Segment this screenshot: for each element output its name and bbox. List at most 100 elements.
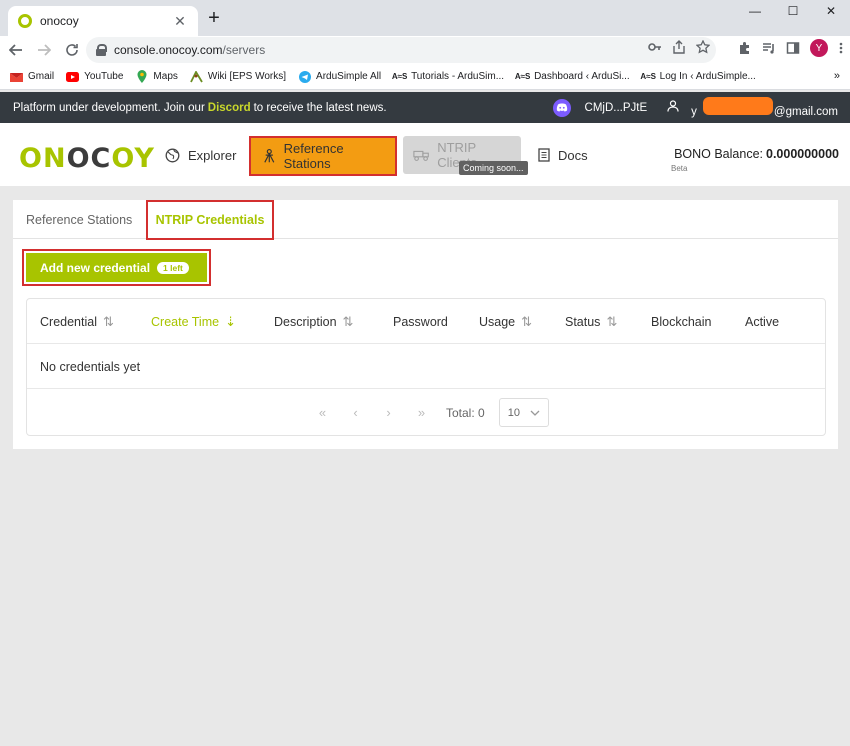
onocoy-favicon-icon xyxy=(18,14,32,28)
discord-avatar-icon xyxy=(552,98,571,117)
forward-button[interactable] xyxy=(32,38,56,62)
kebab-menu-icon[interactable] xyxy=(838,41,844,55)
bookmark-dashboard[interactable]: A≈S Dashboard ‹ ArduSi... xyxy=(514,71,630,82)
banner-account: CMjD...PJtE y @gmail.com xyxy=(552,92,838,123)
arrow-left-icon xyxy=(9,44,22,56)
maximize-button[interactable]: ☐ xyxy=(774,0,812,22)
toolbar-right-actions: Y xyxy=(738,39,844,57)
add-credential-button[interactable]: Add new credential 1 left xyxy=(26,253,207,282)
gmail-icon xyxy=(10,71,23,82)
column-password: Password xyxy=(393,314,448,329)
sort-icon: ⇅ xyxy=(606,313,618,329)
credentials-left-badge: 1 left xyxy=(157,261,189,274)
tab-title: onocoy xyxy=(40,14,79,28)
sort-icon: ⇅ xyxy=(521,313,533,329)
next-page-button[interactable]: › xyxy=(372,405,405,420)
bookmark-gmail[interactable]: Gmail xyxy=(10,71,54,82)
tab-ntrip-credentials[interactable]: NTRIP Credentials xyxy=(146,200,274,240)
browser-tab[interactable]: onocoy ✕ xyxy=(8,6,198,36)
column-create-time[interactable]: Create Time ⇣ xyxy=(151,299,236,344)
media-playlist-icon[interactable] xyxy=(762,41,776,55)
redacted-email-mask xyxy=(702,97,773,115)
sort-icon: ⇅ xyxy=(102,313,114,329)
minimize-button[interactable]: — xyxy=(736,0,774,22)
coming-soon-tooltip: Coming soon... xyxy=(459,161,528,175)
user-icon xyxy=(667,100,679,115)
wiki-icon xyxy=(190,70,203,82)
tab-close-icon[interactable]: ✕ xyxy=(172,13,188,30)
table-header: Credential ⇅ Create Time ⇣ Description ⇅ Pa… xyxy=(27,299,825,344)
extensions-puzzle-icon[interactable] xyxy=(738,41,752,55)
column-active: Active xyxy=(745,314,780,329)
lock-icon xyxy=(96,44,107,56)
window-controls: — ☐ ✕ xyxy=(736,0,850,22)
column-credential[interactable]: Credential ⇅ xyxy=(40,299,114,344)
ardusimple-icon: A≈S xyxy=(391,72,408,81)
nav-reference-stations[interactable]: Reference Stations xyxy=(249,136,397,176)
profile-avatar[interactable]: Y xyxy=(810,39,828,57)
announcement-banner: Platform under development. Join our Dis… xyxy=(0,92,850,123)
banner-text-end: to receive the latest news. xyxy=(253,101,387,114)
nav-explorer[interactable]: Explorer xyxy=(155,136,246,174)
close-window-button[interactable]: ✕ xyxy=(812,0,850,22)
column-blockchain: Blockchain xyxy=(651,314,712,329)
address-bar[interactable]: console.onocoy.com/servers xyxy=(86,37,716,63)
ardusimple-icon: A≈S xyxy=(640,72,656,81)
url-text: console.onocoy.com/servers xyxy=(114,43,266,57)
page-size-select[interactable]: 10 xyxy=(498,398,549,427)
first-page-button[interactable]: « xyxy=(306,405,339,420)
document-icon xyxy=(538,148,550,162)
last-page-button[interactable]: » xyxy=(405,405,438,420)
total-count: Total: 0 xyxy=(446,405,485,420)
empty-state-text: No credentials yet xyxy=(40,360,141,374)
tractor-icon xyxy=(413,150,429,161)
side-panel-icon[interactable] xyxy=(786,41,800,55)
star-icon[interactable] xyxy=(696,40,710,54)
tab-reference-stations[interactable]: Reference Stations xyxy=(26,200,132,239)
bookmark-tutorials[interactable]: A≈S Tutorials - ArduSim... xyxy=(391,71,504,82)
globe-icon xyxy=(165,148,180,162)
bookmark-ardusimple-all[interactable]: ArduSimple All xyxy=(298,70,381,83)
bookmark-youtube[interactable]: YouTube xyxy=(66,71,123,82)
telegram-icon xyxy=(298,70,311,83)
ardusimple-icon: A≈S xyxy=(514,72,531,81)
bookmark-wiki[interactable]: Wiki [EPS Works] xyxy=(190,70,286,82)
prev-page-button[interactable]: ‹ xyxy=(339,405,372,420)
back-button[interactable] xyxy=(4,38,28,62)
nav-docs[interactable]: Docs xyxy=(528,136,598,174)
sort-desc-icon: ⇣ xyxy=(225,313,236,329)
survey-tripod-icon xyxy=(264,148,275,163)
table-divider xyxy=(27,388,825,389)
reload-icon xyxy=(66,44,78,56)
sort-icon: ⇅ xyxy=(342,313,354,329)
bono-balance: BONO Balance: 0.000000000 xyxy=(674,147,839,161)
column-description[interactable]: Description ⇅ xyxy=(274,299,353,344)
user-email[interactable]: y @gmail.com xyxy=(691,97,838,118)
bookmark-maps[interactable]: Maps xyxy=(135,70,178,83)
onocoy-logo[interactable]: ONOCOY xyxy=(19,143,155,174)
column-status[interactable]: Status ⇅ xyxy=(565,299,617,344)
share-icon[interactable] xyxy=(672,40,686,54)
column-usage[interactable]: Usage ⇅ xyxy=(479,299,532,344)
omnibox-actions xyxy=(648,40,710,54)
key-icon[interactable] xyxy=(648,40,662,54)
bookmarks-overflow-button[interactable]: » xyxy=(834,70,840,82)
browser-toolbar: console.onocoy.com/servers Y xyxy=(0,36,850,64)
browser-tabstrip: onocoy ✕ + — ☐ ✕ xyxy=(0,0,850,36)
discord-link[interactable]: Discord xyxy=(208,102,251,114)
app-navbar: ONOCOY Explorer Reference Stations NTRIP… xyxy=(0,123,850,186)
chevron-down-icon xyxy=(530,410,540,416)
youtube-icon xyxy=(66,71,80,82)
credentials-table: Credential ⇅ Create Time ⇣ Description ⇅ Pa… xyxy=(26,298,826,436)
discord-username[interactable]: CMjD...PJtE xyxy=(585,102,648,114)
pagination: « ‹ › » Total: 0 10 xyxy=(306,398,549,427)
subtabs: Reference Stations NTRIP Credentials xyxy=(13,200,838,240)
new-tab-button[interactable]: + xyxy=(204,8,224,28)
reload-button[interactable] xyxy=(60,38,84,62)
bookmark-login[interactable]: A≈S Log In ‹ ArduSimple... xyxy=(640,71,755,82)
maps-icon xyxy=(135,70,148,83)
beta-label: Beta xyxy=(671,164,688,173)
credentials-card: Reference Stations NTRIP Credentials Add… xyxy=(13,200,838,449)
arrow-right-icon xyxy=(38,44,51,56)
banner-text-start: Platform under development. Join our xyxy=(13,101,205,114)
